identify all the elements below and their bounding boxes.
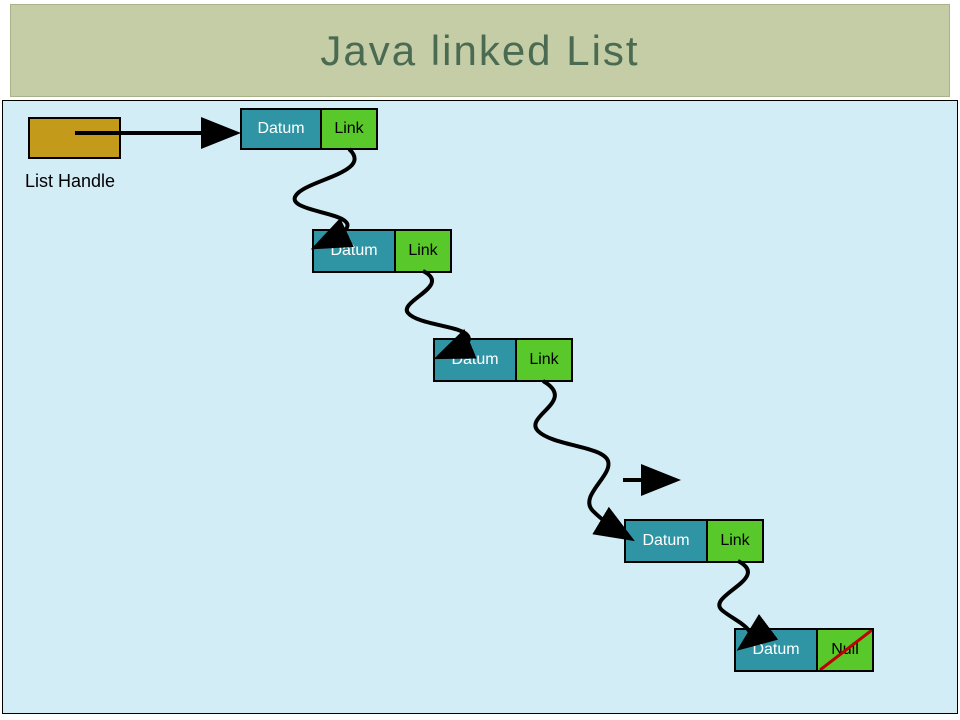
datum-cell: Datum [435,340,517,380]
diagram-area: List Handle Datum Link Datum Link Datum … [2,100,958,714]
list-node: Datum Link [433,338,573,382]
null-cell: Null [818,630,872,670]
list-node: Datum Link [624,519,764,563]
datum-cell: Datum [314,231,396,271]
slide: Java linked List List Handle Datum Link … [0,0,960,720]
connectors [3,101,959,715]
link-cell: Link [517,340,571,380]
arrow-icon [618,465,688,495]
datum-cell: Datum [242,110,322,148]
link-cell: Link [708,521,762,561]
datum-cell: Datum [736,630,818,670]
list-node: Datum Link [312,229,452,273]
list-handle-box [28,117,121,159]
list-node: Datum Null [734,628,874,672]
list-handle-label: List Handle [25,171,115,192]
link-cell: Link [322,110,376,148]
null-slash-icon [818,630,872,670]
list-node: Datum Link [240,108,378,150]
link-cell: Link [396,231,450,271]
title-bar: Java linked List [10,4,950,97]
datum-cell: Datum [626,521,708,561]
slide-title: Java linked List [320,27,639,75]
